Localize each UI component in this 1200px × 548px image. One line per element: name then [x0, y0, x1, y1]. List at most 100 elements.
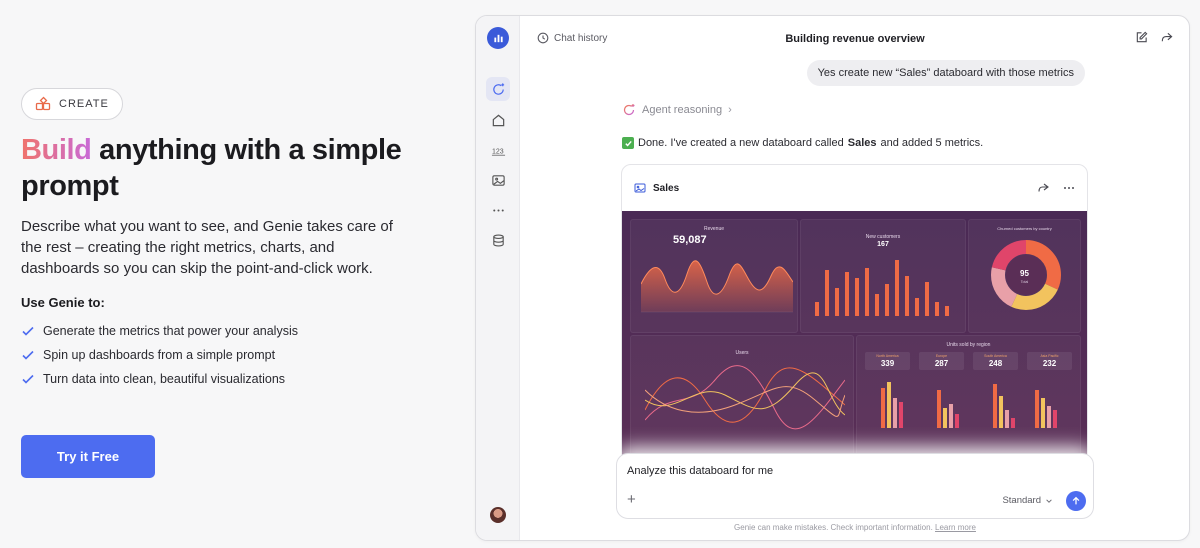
send-button[interactable] [1066, 491, 1086, 511]
user-avatar[interactable] [490, 507, 506, 523]
bar-chart-icon [493, 34, 503, 42]
hero-description: Describe what you want to see, and Genie… [21, 218, 393, 277]
region-value: 248 [988, 359, 1003, 368]
region-value: 232 [1042, 359, 1057, 368]
new-customers-bar-chart [815, 260, 949, 316]
region-stat: North America 339 [865, 352, 910, 370]
check-icon [22, 350, 34, 360]
databoard-card[interactable]: Sales Revenue 59,087 New customers 167 C… [621, 164, 1088, 464]
create-icon [35, 96, 51, 111]
card-title: Sales [634, 182, 679, 194]
app-logo[interactable] [487, 27, 509, 49]
revenue-title: Revenue [703, 226, 724, 232]
feature-item: Generate the metrics that power your ana… [21, 319, 421, 343]
revenue-panel: Revenue 59,087 [630, 219, 798, 333]
sidebar-item-data[interactable] [486, 228, 510, 252]
users-title: Users [735, 350, 749, 356]
model-label: Standard [1002, 495, 1041, 506]
add-attachment-button[interactable]: + [627, 492, 641, 507]
use-genie-title: Use Genie to: [21, 295, 105, 310]
home-icon [492, 114, 504, 126]
try-it-free-button[interactable]: Try it Free [21, 435, 155, 478]
feature-text: Spin up dashboards from a simple prompt [43, 348, 276, 362]
sidebar-item-databoards[interactable] [486, 168, 510, 192]
chevron-right-icon: › [728, 104, 732, 116]
numbers-icon: 123 [491, 148, 505, 156]
region-stat: South America 248 [973, 352, 1018, 370]
users-panel: Users [630, 335, 854, 457]
region-label: North America [876, 354, 899, 358]
new-customers-panel: New customers 167 [800, 219, 966, 333]
more-dots-icon[interactable] [1063, 182, 1075, 194]
check-icon [22, 326, 34, 336]
region-label: Asia Pacific [1040, 354, 1059, 358]
feature-item: Turn data into clean, beautiful visualiz… [21, 367, 421, 391]
top-bar-actions [1135, 31, 1173, 44]
learn-more-link[interactable]: Learn more [935, 523, 976, 532]
churn-title: Churned customers by country [997, 226, 1052, 231]
feature-text: Turn data into clean, beautiful visualiz… [43, 372, 286, 386]
database-icon [492, 234, 504, 247]
users-line-chart [645, 365, 845, 430]
databoard-name: Sales [847, 137, 877, 149]
churn-panel: Churned customers by country 95 Total [968, 219, 1081, 333]
region-value: 339 [880, 359, 895, 368]
sidebar-rail: 123 [476, 16, 520, 540]
image-board-icon [634, 183, 646, 193]
region-label: Europe [935, 354, 948, 358]
revenue-area-chart [641, 260, 793, 313]
hero-section: CREATE Build anything with a simple prom… [21, 88, 421, 391]
feature-text: Generate the metrics that power your ana… [43, 324, 298, 338]
new-customers-title: New customers [865, 234, 901, 240]
done-suffix: and added 5 metrics. [880, 137, 984, 149]
done-prefix: Done. I've created a new databoard calle… [638, 137, 844, 149]
share-icon[interactable] [1160, 31, 1173, 44]
model-selector[interactable]: Standard [1002, 495, 1053, 506]
units-title: Units sold by region [946, 342, 991, 348]
arrow-up-icon [1072, 496, 1080, 505]
edit-icon[interactable] [1135, 31, 1148, 44]
check-icon [22, 374, 34, 384]
svg-text:123: 123 [491, 148, 503, 155]
hero-headline: Build anything with a simple prompt [21, 132, 421, 204]
chat-input[interactable] [627, 465, 1067, 477]
image-board-icon [491, 174, 505, 186]
disclaimer: Genie can make mistakes. Check important… [521, 523, 1189, 532]
sidebar-item-more[interactable] [486, 198, 510, 222]
share-icon[interactable] [1037, 182, 1049, 194]
conversation-title: Building revenue overview [785, 33, 925, 45]
units-grouped-bar-chart [881, 382, 1057, 428]
churn-total-value: 95 [1020, 269, 1029, 278]
user-message-bubble: Yes create new “Sales” databoard with th… [806, 60, 1085, 86]
new-customers-value: 167 [877, 241, 889, 248]
agent-reasoning-toggle[interactable]: Agent reasoning › [622, 103, 732, 117]
region-stat: Asia Pacific 232 [1027, 352, 1072, 370]
more-dots-icon [492, 208, 504, 212]
sparkle-chat-icon [492, 82, 504, 95]
sidebar-item-metrics[interactable]: 123 [486, 138, 510, 162]
reasoning-label: Agent reasoning [642, 104, 723, 116]
revenue-value: 59,087 [673, 234, 707, 246]
sidebar-item-new-chat[interactable] [486, 77, 510, 101]
chat-composer: + Standard [616, 453, 1094, 519]
card-actions [1037, 182, 1075, 194]
chevron-down-icon [1046, 498, 1052, 503]
card-title-label: Sales [653, 182, 680, 194]
create-badge: CREATE [21, 88, 123, 120]
feature-item: Spin up dashboards from a simple prompt [21, 343, 421, 367]
units-sold-panel: Units sold by region North America 339 Eu… [856, 335, 1081, 457]
badge-label: CREATE [59, 98, 109, 110]
dashboard-preview: Revenue 59,087 New customers 167 Churned… [622, 211, 1087, 463]
headline-accent: Build [21, 134, 92, 166]
feature-list: Generate the metrics that power your ana… [21, 319, 421, 391]
page: CREATE Build anything with a simple prom… [0, 0, 1200, 548]
region-value: 287 [934, 359, 949, 368]
churn-total-label: Total [1020, 280, 1029, 284]
sidebar-item-home[interactable] [486, 108, 510, 132]
region-stat: Europe 287 [919, 352, 964, 370]
app-window: 123 Chat history Building revenue overvi… [475, 15, 1190, 541]
reasoning-sparkle-icon [623, 104, 635, 116]
done-check-icon [622, 137, 634, 149]
assistant-response: Done. I've created a new databoard calle… [622, 137, 983, 149]
top-bar: Chat history Building revenue overview [521, 16, 1189, 60]
